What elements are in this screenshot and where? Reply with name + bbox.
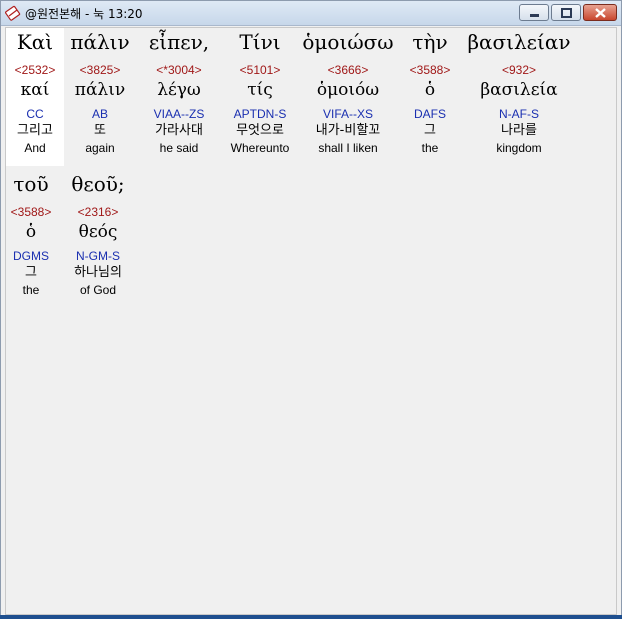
english-gloss: the — [421, 141, 439, 155]
greek-word: πάλιν — [70, 30, 130, 54]
word-column[interactable]: βασιλείαν <932> βασιλεία N-AF-S 나라를 king… — [464, 28, 574, 156]
parsing-code: N-GM-S — [76, 249, 120, 263]
parsing-code: AB — [91, 107, 108, 121]
greek-word: ὁμοιώσω — [302, 30, 394, 54]
strong-number[interactable]: <932> — [464, 62, 574, 78]
window-title: @원전본해 - 눅 13:20 — [25, 7, 143, 21]
word-column[interactable]: τοῦ <3588> ὁ DGMS 그 the — [6, 170, 56, 298]
greek-word: εἶπεν, — [148, 30, 210, 54]
korean-gloss: 하나님의 — [74, 265, 122, 280]
maximize-icon — [561, 8, 572, 18]
strong-number[interactable]: <2316> — [64, 204, 132, 220]
greek-word: θεοῦ; — [71, 172, 125, 196]
minimize-icon — [530, 14, 539, 17]
word-column[interactable]: εἶπεν, <*3004> λέγω VIAA--ZS 가라사대 he sai… — [142, 28, 216, 156]
english-gloss: again — [85, 141, 115, 155]
strong-number[interactable]: <3588> — [404, 62, 456, 78]
korean-gloss: 나라를 — [501, 123, 537, 138]
strong-number[interactable]: <5101> — [224, 62, 296, 78]
parsing-code: VIAA--ZS — [153, 107, 205, 121]
strong-number[interactable]: <3588> — [6, 204, 56, 220]
close-icon — [595, 8, 606, 18]
maximize-button[interactable] — [551, 4, 581, 21]
english-gloss: of God — [79, 283, 117, 297]
lemma: καί — [20, 80, 50, 100]
lemma: ὁμοιόω — [316, 80, 380, 100]
korean-gloss: 가라사대 — [155, 123, 203, 138]
strong-number[interactable]: <2532> — [6, 62, 64, 78]
word-column[interactable]: ὁμοιώσω <3666> ὁμοιόω VIFA--XS 내가-비할꼬 sh… — [302, 28, 394, 156]
korean-gloss: 또 — [94, 123, 106, 138]
english-gloss: Whereunto — [230, 141, 290, 155]
word-column[interactable]: θεοῦ; <2316> θεός N-GM-S 하나님의 of God — [64, 170, 132, 298]
lemma: βασιλεία — [480, 80, 558, 100]
word-column[interactable]: Καὶ <2532> καί CC 그리고 And — [6, 28, 64, 166]
korean-gloss: 그 — [424, 123, 436, 138]
parsing-code: CC — [26, 107, 44, 121]
parsing-code: N-AF-S — [499, 107, 539, 121]
word-column[interactable]: τὴν <3588> ὁ DAFS 그 the — [404, 28, 456, 156]
strong-number[interactable]: <3666> — [302, 62, 394, 78]
lemma: ὁ — [424, 80, 436, 100]
taskbar-edge — [0, 615, 622, 619]
greek-word: βασιλείαν — [467, 30, 571, 54]
title-bar[interactable]: @원전본해 - 눅 13:20 — [1, 1, 621, 26]
greek-word: Τίνι — [239, 30, 281, 54]
korean-gloss: 무엇으로 — [236, 123, 284, 138]
korean-gloss: 내가-비할꼬 — [315, 123, 381, 138]
korean-gloss: 그리고 — [17, 123, 53, 138]
korean-gloss: 그 — [25, 265, 37, 280]
english-gloss: kingdom — [496, 141, 542, 155]
minimize-button[interactable] — [519, 4, 549, 21]
parsing-code: DGMS — [13, 249, 49, 263]
word-column[interactable]: πάλιν <3825> πάλιν AB 또 again — [68, 28, 132, 156]
parsing-code: VIFA--XS — [322, 107, 373, 121]
english-gloss: the — [22, 283, 40, 297]
interlinear-panel[interactable]: Καὶ <2532> καί CC 그리고 And πάλιν <3825> π… — [5, 27, 617, 615]
close-button[interactable] — [583, 4, 617, 21]
word-column[interactable]: Τίνι <5101> τίς APTDN-S 무엇으로 Whereunto — [224, 28, 296, 156]
parsing-code: DAFS — [413, 107, 446, 121]
strong-number[interactable]: <3825> — [68, 62, 132, 78]
greek-word: τὴν — [412, 30, 448, 54]
parsing-code: APTDN-S — [233, 107, 287, 121]
lemma: θεός — [78, 222, 118, 242]
strong-number[interactable]: <*3004> — [142, 62, 216, 78]
app-window: @원전본해 - 눅 13:20 Καὶ <2532> καί CC 그리고 An… — [0, 0, 622, 619]
lemma: λέγω — [157, 80, 201, 100]
english-gloss: And — [24, 141, 46, 155]
bible-app-icon[interactable] — [5, 5, 21, 21]
lemma: τίς — [247, 80, 273, 100]
english-gloss: shall I liken — [318, 141, 378, 155]
english-gloss: he said — [159, 141, 199, 155]
lemma: ὁ — [25, 222, 37, 242]
lemma: πάλιν — [74, 80, 126, 100]
greek-word: Καὶ — [16, 30, 54, 54]
greek-word: τοῦ — [13, 172, 49, 196]
